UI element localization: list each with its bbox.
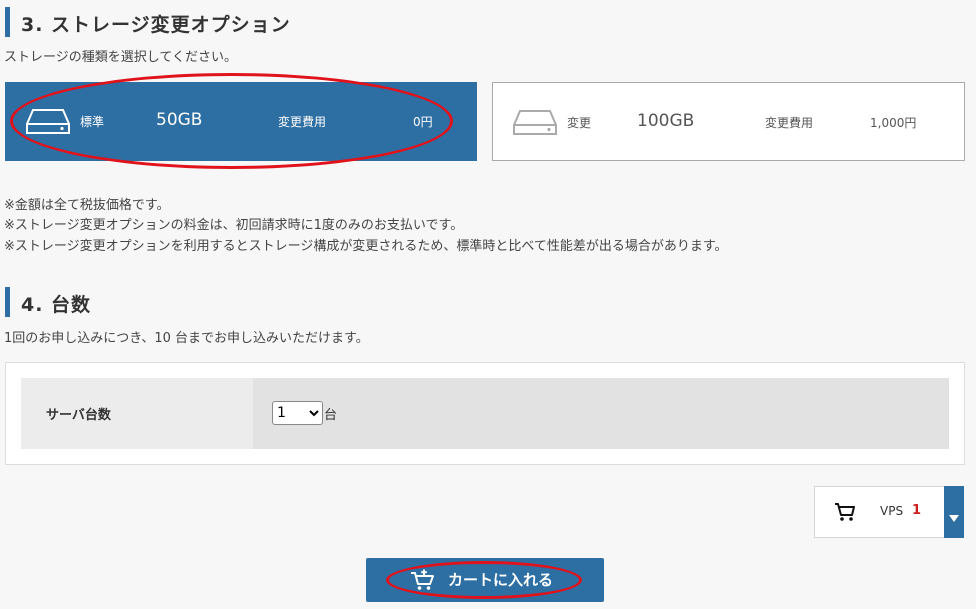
server-count-value-cell	[253, 378, 949, 449]
cart-dropdown-toggle[interactable]	[944, 486, 964, 538]
caret-down-icon	[949, 508, 959, 527]
cart-product-name: VPS	[880, 504, 904, 518]
storage-option-fee-label: 変更費用	[278, 115, 327, 129]
section-4-title: 4. 台数	[21, 294, 92, 316]
section-3-accent-bar	[5, 7, 10, 37]
hard-drive-icon	[25, 107, 71, 141]
storage-option-name: 変更	[567, 116, 592, 130]
server-count-label: サーバ台数	[46, 408, 111, 423]
storage-option-fee-label: 変更費用	[765, 116, 814, 130]
section-4-description: 1回のお申し込みにつき、10 台までお申し込みいただけます。	[4, 331, 369, 346]
cart-icon	[834, 502, 856, 526]
hard-drive-icon	[512, 108, 558, 142]
cart-summary[interactable]: VPS 1	[814, 486, 964, 538]
note-tax: ※金額は全て税抜価格です。	[4, 198, 170, 213]
server-count-select[interactable]: 1	[272, 401, 323, 425]
server-count-label-cell: サーバ台数	[21, 378, 253, 449]
section-3-title: 3. ストレージ変更オプション	[21, 14, 291, 36]
storage-option-upgrade[interactable]: 変更 100GB 変更費用 1,000円	[492, 82, 965, 161]
add-to-cart-label: カートに入れる	[448, 571, 554, 589]
add-to-cart-button[interactable]: カートに入れる	[366, 558, 604, 602]
section-3-description: ストレージの種類を選択してください。	[4, 50, 237, 65]
storage-option-size: 100GB	[637, 111, 695, 131]
storage-option-size: 50GB	[156, 110, 203, 130]
note-performance: ※ストレージ変更オプションを利用するとストレージ構成が変更されるため、標準時と比…	[4, 239, 728, 254]
add-to-cart-icon	[410, 569, 436, 595]
server-count-unit: 台	[324, 408, 338, 423]
storage-option-standard[interactable]: 標準 50GB 変更費用 0円	[5, 82, 477, 161]
cart-item-count: 1	[912, 503, 922, 518]
storage-option-fee: 1,000円	[870, 116, 917, 130]
section-4-accent-bar	[5, 287, 10, 317]
storage-option-fee: 0円	[413, 115, 433, 129]
storage-option-name: 標準	[80, 115, 105, 129]
note-payment: ※ストレージ変更オプションの料金は、初回請求時に1度のみのお支払いです。	[4, 218, 464, 233]
